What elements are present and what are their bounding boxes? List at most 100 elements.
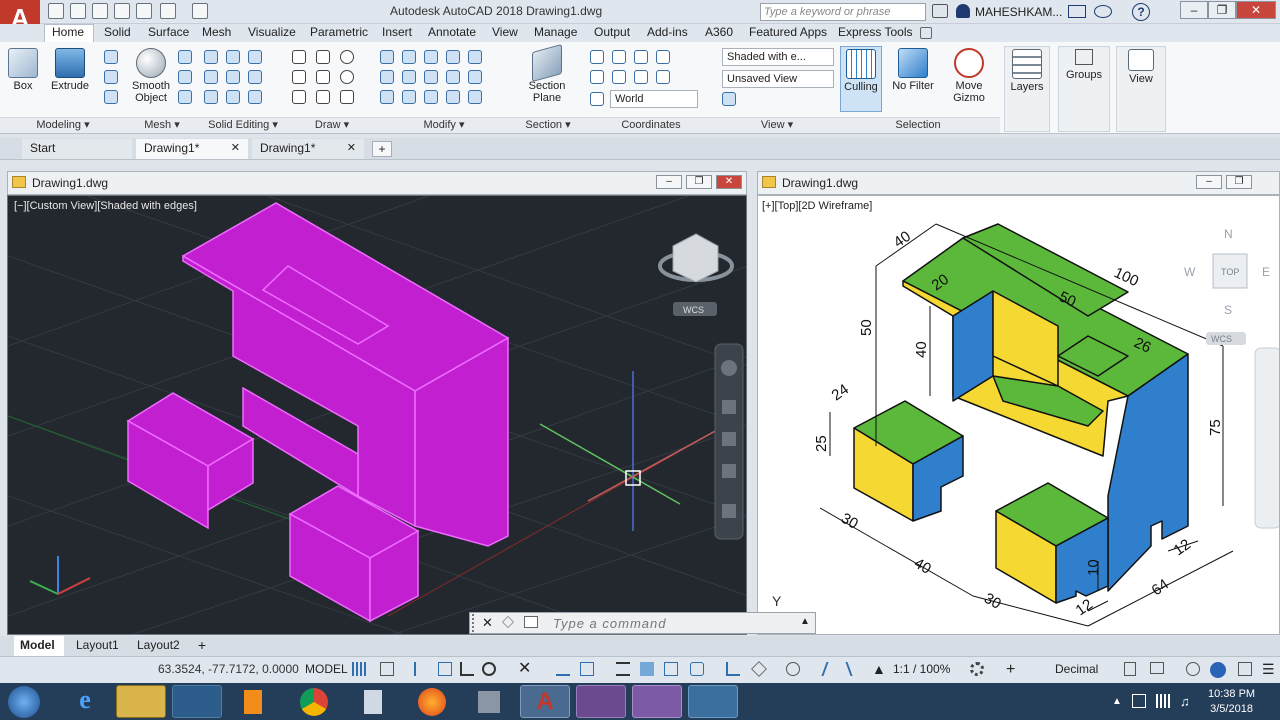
isodraft-icon[interactable]: ✕	[518, 661, 532, 677]
tab-manage[interactable]: Manage	[534, 25, 577, 39]
volume-icon[interactable]: ♫	[1180, 694, 1190, 709]
ucs-origin-icon[interactable]	[612, 50, 626, 64]
tab-add-ins[interactable]: Add-ins	[647, 25, 688, 39]
layers-button[interactable]: Layers	[1004, 46, 1050, 132]
model-space-button[interactable]: MODEL	[305, 662, 348, 676]
tab-home[interactable]: Home	[52, 25, 84, 39]
tab-insert[interactable]: Insert	[382, 25, 412, 39]
line-icon[interactable]	[292, 50, 306, 64]
3d-object-snap-icon[interactable]	[690, 662, 704, 676]
extract-edges-icon[interactable]	[204, 90, 218, 104]
panel-coordinates[interactable]: Coordinates	[584, 117, 718, 133]
dynamic-input-icon[interactable]	[438, 662, 452, 676]
network-icon[interactable]	[1156, 694, 1170, 708]
lock-ui-icon[interactable]	[1150, 662, 1164, 674]
grid-toggle-icon[interactable]	[352, 662, 366, 676]
ucs-3point-icon[interactable]	[634, 50, 648, 64]
snap-icon[interactable]	[380, 662, 394, 676]
autocad-taskbar-icon[interactable]: A	[520, 685, 570, 718]
culling-button[interactable]: Culling	[840, 46, 882, 112]
doc-tab-start[interactable]: Start	[22, 139, 132, 159]
vp-minimize-button[interactable]: –	[656, 175, 682, 189]
command-close-icon[interactable]: ✕	[482, 615, 493, 631]
extrude-button[interactable]: Extrude	[48, 48, 92, 92]
doc-tab-drawing1[interactable]: Drawing1* ✕	[252, 139, 364, 159]
steering-wheel-icon[interactable]	[721, 360, 737, 376]
command-dropdown-icon[interactable]: ▲	[800, 616, 810, 627]
boundary-icon[interactable]	[340, 90, 354, 104]
offset-icon[interactable]	[402, 90, 416, 104]
mesh-smooth-less-icon[interactable]	[178, 70, 192, 84]
tab-view[interactable]: View	[492, 25, 518, 39]
saved-view-combo[interactable]: Unsaved View	[722, 70, 834, 88]
action-center-icon[interactable]	[1132, 694, 1146, 708]
slice-icon[interactable]	[226, 70, 240, 84]
tab-express-tools[interactable]: Express Tools	[838, 25, 912, 39]
annotation-scale-value[interactable]: 1:1 / 100%	[893, 662, 950, 676]
tab-mesh[interactable]: Mesh	[202, 25, 231, 39]
lineweight-icon[interactable]	[616, 662, 630, 676]
object-snap-tracking-icon[interactable]	[556, 662, 570, 676]
separate-icon[interactable]	[248, 90, 262, 104]
explode-icon[interactable]	[468, 70, 482, 84]
clean-screen-icon[interactable]	[1238, 662, 1252, 676]
dynamic-ucs-icon[interactable]	[726, 662, 740, 676]
mesh-refine-icon[interactable]	[178, 90, 192, 104]
redo-icon[interactable]	[192, 3, 208, 19]
windows-start-icon[interactable]	[8, 686, 40, 718]
customization-icon[interactable]: ☰	[1262, 661, 1275, 678]
rotate-icon[interactable]	[402, 50, 416, 64]
subtract-icon[interactable]	[226, 50, 240, 64]
close-tab-icon[interactable]: ✕	[231, 139, 240, 157]
annotation-monitor-icon[interactable]: +	[1006, 661, 1015, 679]
vp-restore-button[interactable]: ❐	[686, 175, 712, 189]
layout-tab-layout1[interactable]: Layout1	[76, 638, 119, 652]
restore-button[interactable]: ❐	[1208, 1, 1236, 19]
panel-mesh[interactable]: Mesh ▾	[126, 117, 198, 133]
selection-cycling-icon[interactable]	[664, 662, 678, 676]
panel-section[interactable]: Section ▾	[512, 117, 584, 133]
spline-icon[interactable]	[316, 70, 330, 84]
zoom-icon[interactable]	[722, 432, 736, 446]
save-icon[interactable]	[92, 3, 108, 19]
help-icon[interactable]: ?	[1132, 3, 1150, 21]
command-grip-icon[interactable]	[472, 614, 480, 632]
vp-restore-button[interactable]: ❐	[1226, 175, 1252, 189]
vp-close-button[interactable]: ✕	[716, 175, 742, 189]
left-viewport-canvas[interactable]: WCS	[7, 195, 747, 635]
close-button[interactable]: ✕	[1236, 1, 1276, 19]
arc-icon[interactable]	[292, 70, 306, 84]
internet-explorer-icon[interactable]: e	[60, 685, 110, 718]
join-icon[interactable]	[446, 90, 460, 104]
groups-button[interactable]: Groups	[1058, 46, 1110, 132]
box-button[interactable]: Box	[4, 48, 42, 92]
move-icon[interactable]	[380, 50, 394, 64]
tray-expand-icon[interactable]: ▲	[1112, 696, 1122, 707]
intersect-icon[interactable]	[248, 50, 262, 64]
minimize-button[interactable]: –	[1180, 1, 1208, 19]
chrome-icon[interactable]	[300, 688, 328, 716]
viewcube[interactable]	[658, 233, 734, 283]
system-clock[interactable]: 10:38 PM 3/5/2018	[1208, 687, 1255, 717]
presspull-icon[interactable]	[104, 70, 118, 84]
ucs-combo[interactable]: World	[610, 90, 698, 108]
orbit-icon[interactable]	[722, 464, 736, 478]
photo-viewer-icon[interactable]	[688, 685, 738, 718]
ribbon-options-icon[interactable]	[920, 27, 932, 39]
layout-tab-model[interactable]: Model	[14, 636, 64, 656]
vlc-icon[interactable]	[228, 685, 278, 718]
right-viewport-label[interactable]: [+][Top][2D Wireframe]	[762, 200, 872, 212]
units-value[interactable]: Decimal	[1055, 662, 1098, 676]
media-player-icon[interactable]	[172, 685, 222, 718]
ucs-icon[interactable]	[590, 50, 604, 64]
loft-icon[interactable]	[104, 90, 118, 104]
video-editor-icon[interactable]	[632, 685, 682, 718]
smooth-object-button[interactable]: Smooth Object	[128, 48, 174, 104]
tab-output[interactable]: Output	[594, 25, 630, 39]
viewport-config-icon[interactable]	[722, 92, 736, 106]
gizmo-icon[interactable]	[786, 662, 800, 676]
hardware-acceleration-icon[interactable]	[1210, 662, 1226, 678]
ucs-z-icon[interactable]	[656, 70, 670, 84]
quick-properties-icon[interactable]	[1124, 662, 1136, 676]
cart-icon[interactable]	[1068, 5, 1086, 18]
